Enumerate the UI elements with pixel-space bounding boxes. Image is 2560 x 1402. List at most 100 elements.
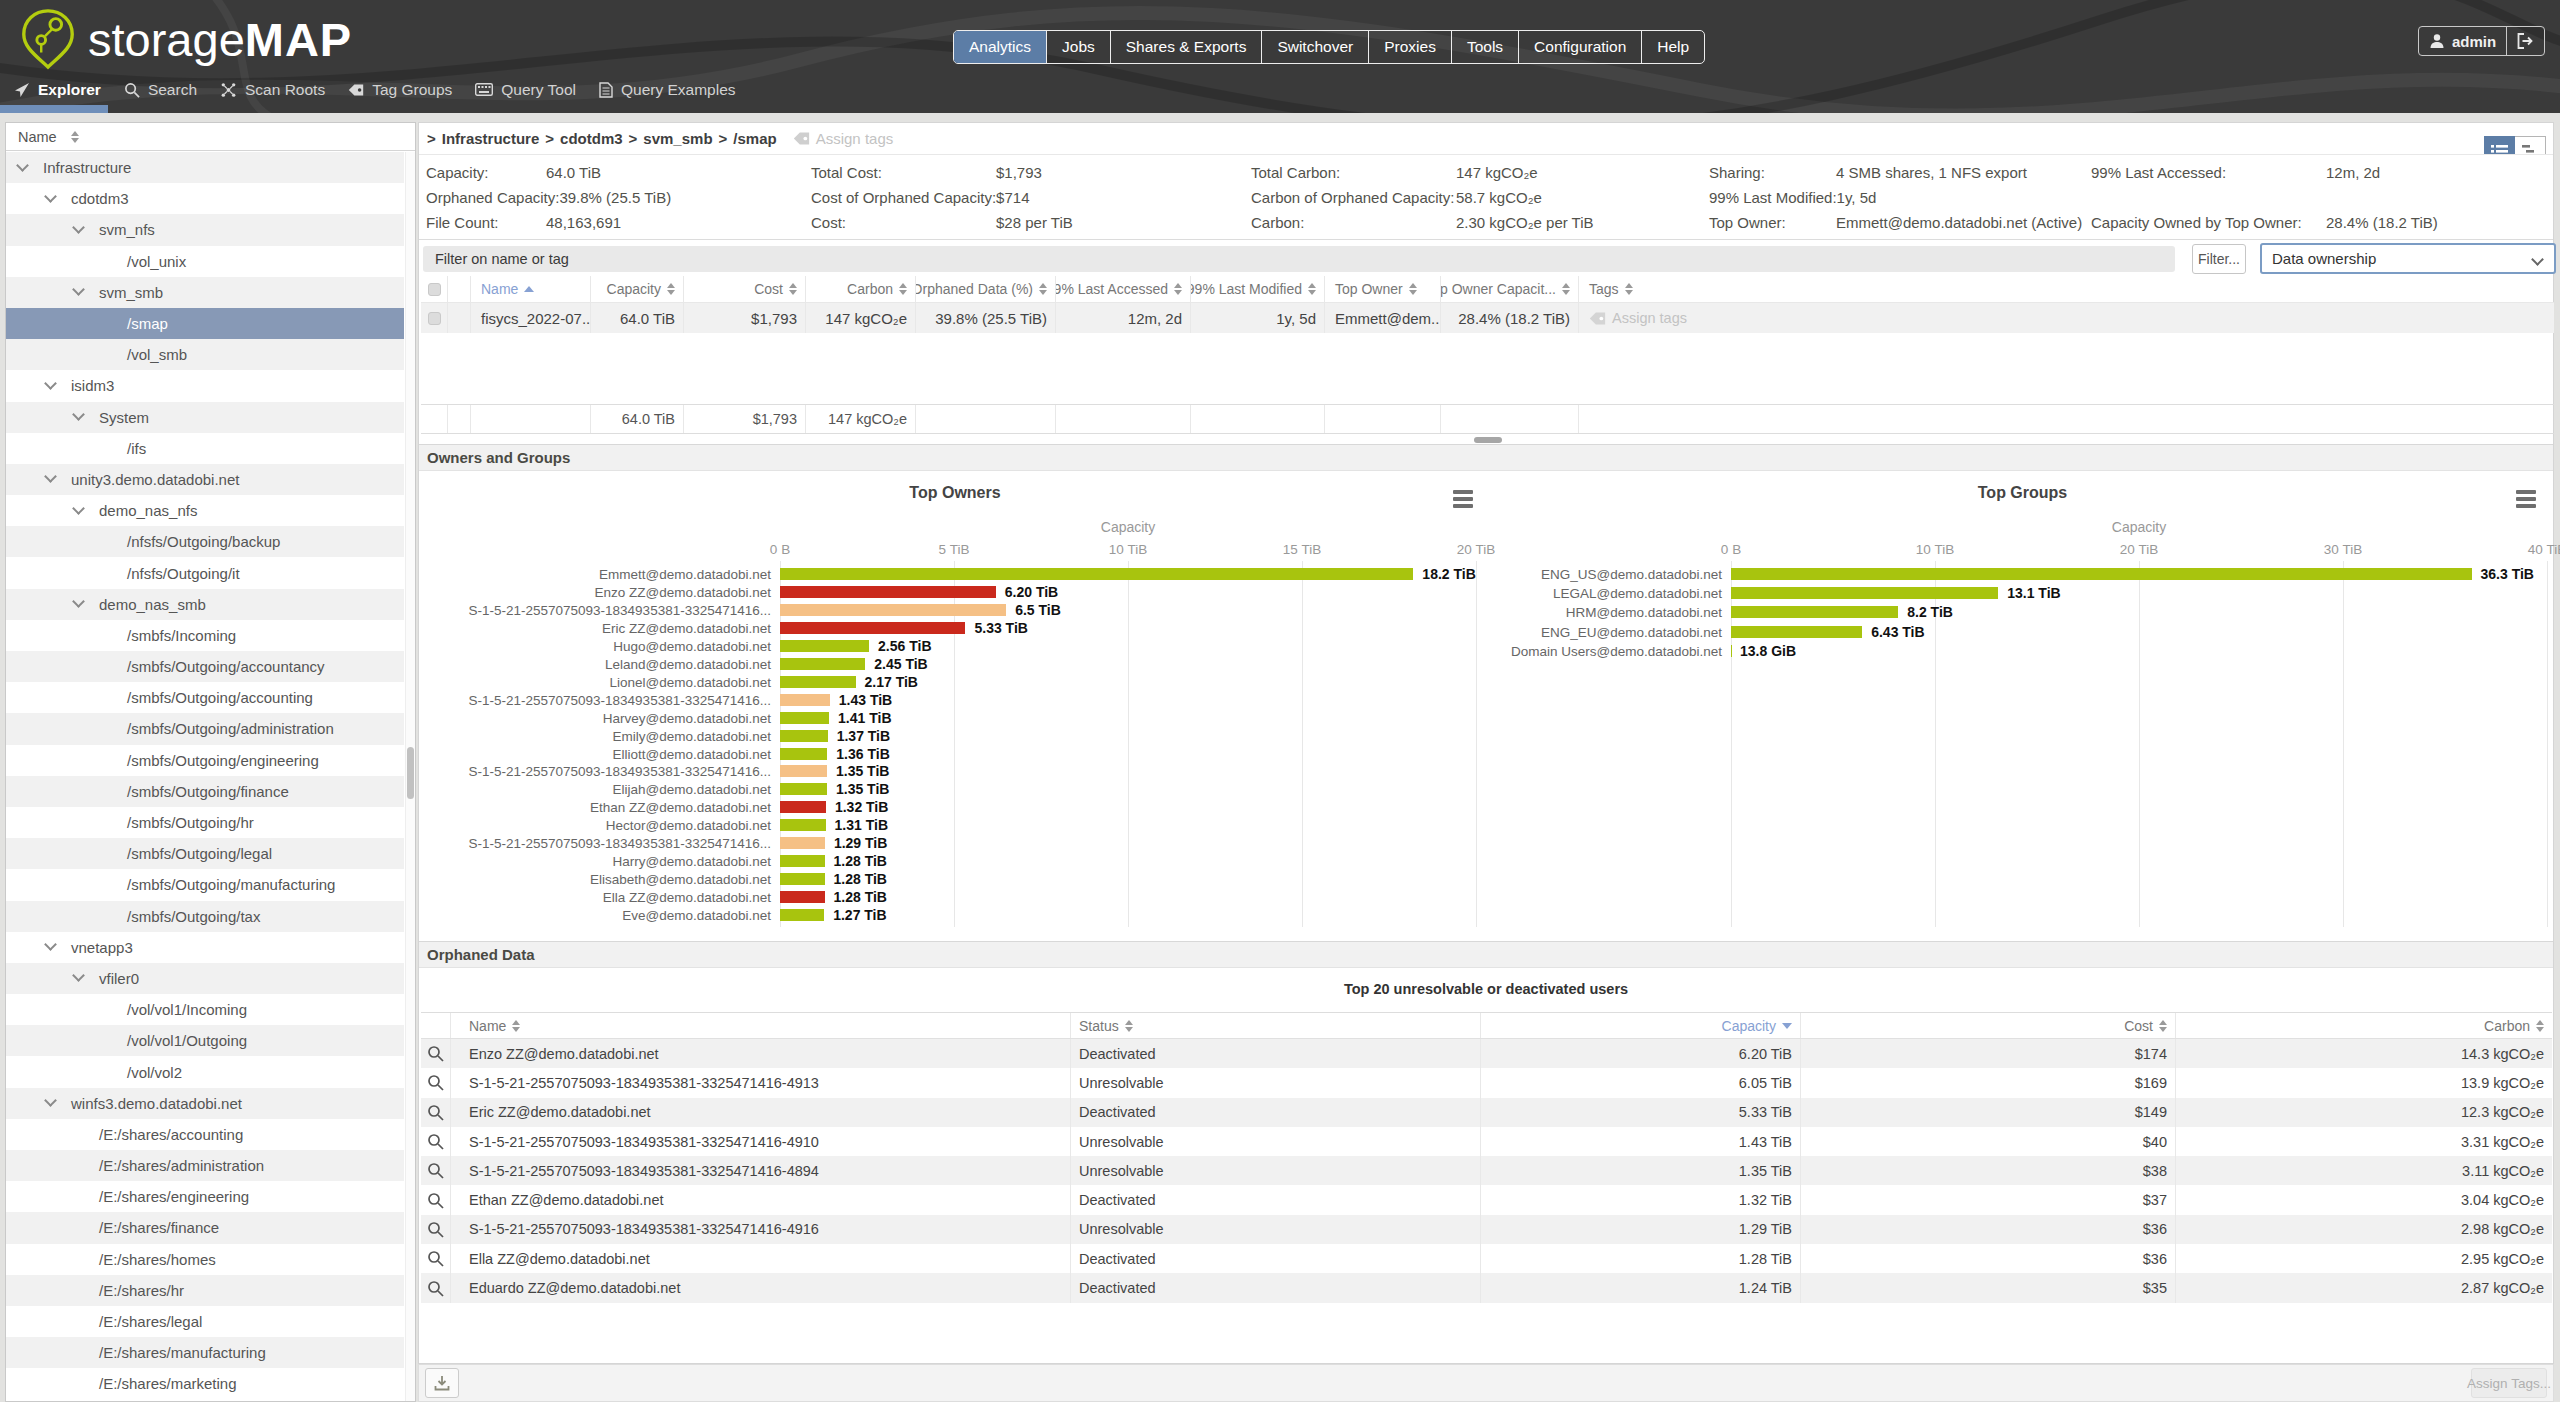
filter-input[interactable]: [423, 246, 2175, 272]
tree-item[interactable]: vfiler0: [6, 963, 404, 994]
tree-item[interactable]: /E:/shares/marketing: [6, 1368, 404, 1399]
nav-explorer[interactable]: Explorer: [14, 81, 101, 99]
nav-query-examples[interactable]: Query Examples: [599, 81, 736, 99]
orphaned-user-row[interactable]: S-1-5-21-2557075093-1834935381-332547141…: [421, 1127, 2552, 1156]
tree-item[interactable]: /smbfs/Outgoing/legal: [6, 838, 404, 869]
chevron-down-icon[interactable]: [72, 283, 85, 296]
bar[interactable]: [780, 891, 825, 903]
chart-menu-icon[interactable]: [1453, 490, 1473, 508]
data-ownership-select[interactable]: Data ownership: [2260, 243, 2556, 274]
tree-item[interactable]: /smap: [6, 308, 404, 339]
breadcrumb-item[interactable]: cdotdm3: [560, 130, 623, 147]
bar[interactable]: [780, 873, 825, 885]
orphaned-user-row[interactable]: S-1-5-21-2557075093-1834935381-332547141…: [421, 1156, 2552, 1185]
tree-header[interactable]: Name: [6, 123, 415, 151]
bar[interactable]: [1731, 587, 1998, 599]
search-icon[interactable]: [427, 1250, 444, 1267]
column-header[interactable]: Status: [1071, 1013, 1481, 1038]
column-header[interactable]: Capacity: [1481, 1013, 1801, 1038]
search-icon[interactable]: [427, 1280, 444, 1297]
tree-item[interactable]: /nfsfs/Outgoing/it: [6, 557, 404, 588]
user-button[interactable]: admin: [2419, 27, 2506, 55]
search-icon[interactable]: [427, 1104, 444, 1121]
tab-configuration[interactable]: Configuration: [1519, 31, 1642, 63]
tree-item[interactable]: cdotdm3: [6, 183, 404, 214]
tab-shares-exports[interactable]: Shares & Exports: [1111, 31, 1263, 63]
horizontal-scrollbar-thumb[interactable]: [1474, 437, 1502, 443]
bar[interactable]: [780, 694, 830, 706]
breadcrumb-item[interactable]: Infrastructure: [442, 130, 540, 147]
tree-item[interactable]: isidm3: [6, 370, 404, 401]
column-header[interactable]: Capacity: [591, 276, 684, 302]
tree-item[interactable]: /E:/shares/finance: [6, 1212, 404, 1243]
orphaned-user-row[interactable]: S-1-5-21-2557075093-1834935381-332547141…: [421, 1215, 2552, 1244]
breadcrumb-item[interactable]: svm_smb: [643, 130, 712, 147]
tree-item[interactable]: svm_smb: [6, 277, 404, 308]
tree-item[interactable]: System: [6, 402, 404, 433]
tree-item[interactable]: demo_nas_smb: [6, 589, 404, 620]
tree-item[interactable]: /E:/shares/manufacturing: [6, 1337, 404, 1368]
tree-item[interactable]: /nfsfs/Outgoing/backup: [6, 526, 404, 557]
bar[interactable]: [780, 748, 827, 760]
column-header[interactable]: Carbon: [2176, 1013, 2552, 1038]
bar[interactable]: [780, 622, 965, 634]
tab-jobs[interactable]: Jobs: [1047, 31, 1111, 63]
chevron-down-icon[interactable]: [44, 1094, 57, 1107]
tree-item[interactable]: /smbfs/Outgoing/manufacturing: [6, 869, 404, 900]
tab-tools[interactable]: Tools: [1452, 31, 1519, 63]
storagemap-logo[interactable]: storageMAP: [16, 8, 352, 70]
select-all-checkbox[interactable]: [428, 283, 441, 296]
bar[interactable]: [780, 765, 827, 777]
bar[interactable]: [780, 801, 826, 813]
chevron-down-icon[interactable]: [72, 221, 85, 234]
tree-item[interactable]: /vol_unix: [6, 246, 404, 277]
breadcrumb-item[interactable]: /smap: [733, 130, 776, 147]
tree-item[interactable]: /smbfs/Outgoing/engineering: [6, 745, 404, 776]
bar[interactable]: [780, 909, 824, 921]
tree-item[interactable]: vnetapp3: [6, 932, 404, 963]
tree-item[interactable]: svm_nfs: [6, 214, 404, 245]
chevron-down-icon[interactable]: [16, 159, 29, 172]
column-header[interactable]: Name: [451, 1013, 1071, 1038]
search-icon[interactable]: [427, 1045, 444, 1062]
bar[interactable]: [780, 855, 825, 867]
tree-item[interactable]: /vol/vol2: [6, 1056, 404, 1087]
bar[interactable]: [780, 676, 856, 688]
tree-item[interactable]: /E:/shares/accounting: [6, 1119, 404, 1150]
bar[interactable]: [780, 658, 865, 670]
orphaned-user-row[interactable]: Eduardo ZZ@demo.datadobi.netDeactivated1…: [421, 1273, 2552, 1302]
tree-item[interactable]: /vol/vol1/Outgoing: [6, 1025, 404, 1056]
chevron-down-icon[interactable]: [72, 408, 85, 421]
chevron-down-icon[interactable]: [44, 471, 57, 484]
logout-button[interactable]: [2506, 27, 2544, 55]
column-header[interactable]: Tags: [1579, 276, 2554, 302]
search-icon[interactable]: [427, 1133, 444, 1150]
tree-item[interactable]: /smbfs/Incoming: [6, 620, 404, 651]
tab-switchover[interactable]: Switchover: [1262, 31, 1369, 63]
column-header[interactable]: Orphaned Data (%): [916, 276, 1056, 302]
tree-item[interactable]: demo_nas_nfs: [6, 495, 404, 526]
nav-tag-groups[interactable]: Tag Groups: [348, 81, 452, 99]
sidebar-scrollbar-thumb[interactable]: [407, 747, 414, 799]
chevron-down-icon[interactable]: [44, 377, 57, 390]
tree-item[interactable]: /smbfs/Outgoing/administration: [6, 713, 404, 744]
orphaned-user-row[interactable]: S-1-5-21-2557075093-1834935381-332547141…: [421, 1068, 2552, 1097]
column-header[interactable]: Carbon: [806, 276, 916, 302]
nav-query-tool[interactable]: Query Tool: [475, 81, 576, 99]
bar[interactable]: [780, 586, 996, 598]
filter-button[interactable]: Filter...: [2192, 244, 2246, 274]
tree-item[interactable]: /smbfs/Outgoing/hr: [6, 807, 404, 838]
nav-scan-roots[interactable]: Scan Roots: [220, 81, 325, 99]
chevron-down-icon[interactable]: [44, 938, 57, 951]
column-header[interactable]: 99% Last Accessed: [1056, 276, 1191, 302]
sidebar-scrollbar[interactable]: [405, 152, 415, 1401]
tree-item[interactable]: /smbfs/Outgoing/tax: [6, 901, 404, 932]
tree-item[interactable]: /E:/shares/engineering: [6, 1181, 404, 1212]
tree-item[interactable]: /E:/shares/legal: [6, 1306, 404, 1337]
orphaned-user-row[interactable]: Eric ZZ@demo.datadobi.netDeactivated5.33…: [421, 1098, 2552, 1127]
tree-item[interactable]: /smbfs/Outgoing/finance: [6, 776, 404, 807]
bar[interactable]: [780, 783, 827, 795]
orphaned-user-row[interactable]: Ella ZZ@demo.datadobi.netDeactivated1.28…: [421, 1244, 2552, 1273]
tree-item[interactable]: Infrastructure: [6, 152, 404, 183]
nav-search[interactable]: Search: [124, 81, 197, 99]
